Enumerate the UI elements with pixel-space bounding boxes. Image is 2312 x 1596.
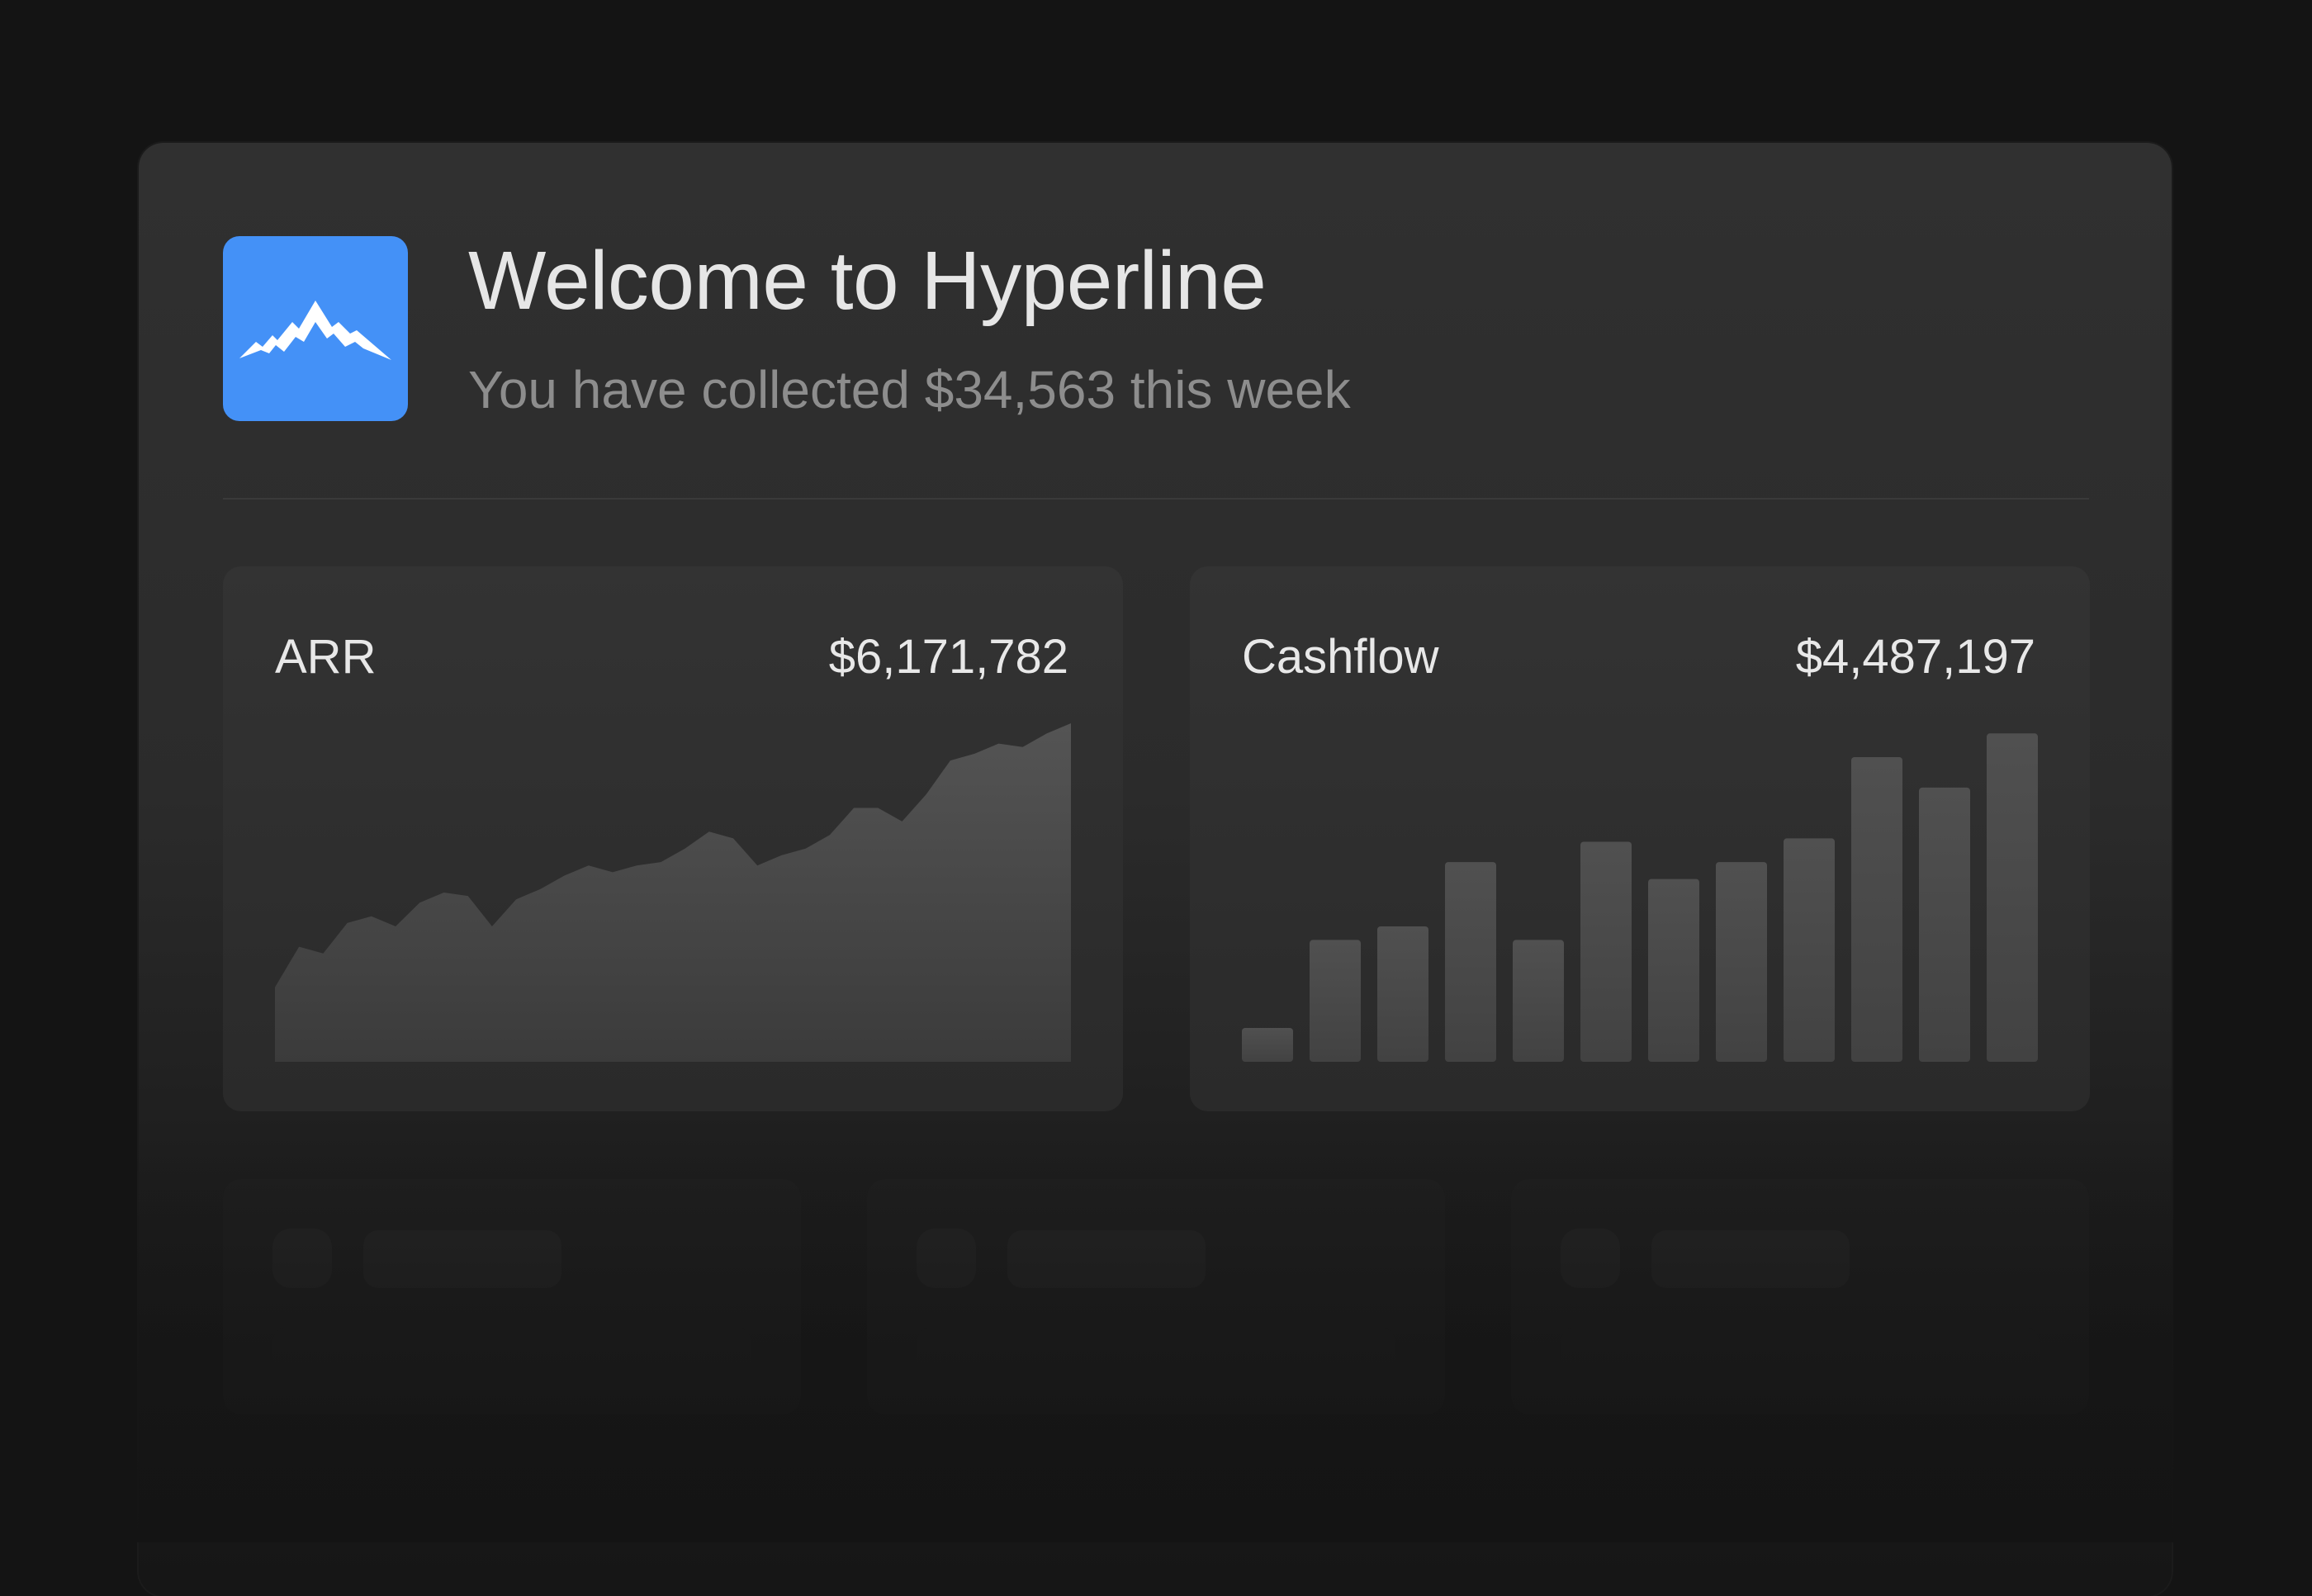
header-divider xyxy=(223,498,2089,500)
arr-area-chart xyxy=(275,723,1071,1062)
cashflow-value: $4,487,197 xyxy=(1795,630,2035,684)
cashflow-bar-chart xyxy=(1242,733,2038,1062)
arr-label: ARR xyxy=(275,630,377,684)
cashflow-bar-6 xyxy=(1580,841,1632,1062)
arr-area-series xyxy=(275,723,1071,1062)
placeholder-icon xyxy=(272,1229,332,1288)
cashflow-bar-1 xyxy=(1242,1028,1293,1062)
placeholder-line xyxy=(272,1328,751,1377)
placeholder-card-2 xyxy=(867,1179,1445,1414)
cashflow-bar-9 xyxy=(1784,838,1835,1062)
placeholder-title xyxy=(1651,1230,1850,1288)
cashflow-bar-4 xyxy=(1445,862,1496,1062)
placeholder-line xyxy=(917,1328,1395,1377)
app-logo xyxy=(223,236,408,421)
placeholder-card-3 xyxy=(1511,1179,2089,1414)
placeholder-icon xyxy=(1561,1229,1620,1288)
arr-card[interactable]: ARR $6,171,782 xyxy=(223,566,1123,1111)
placeholder-line xyxy=(1561,1328,2040,1377)
cashflow-bar-10 xyxy=(1851,757,1902,1062)
cashflow-bar-2 xyxy=(1310,940,1361,1062)
page-title: Welcome to Hyperline xyxy=(468,234,1267,327)
cashflow-bar-5 xyxy=(1513,940,1564,1062)
cashflow-bar-3 xyxy=(1377,926,1428,1062)
cashflow-bar-7 xyxy=(1648,879,1699,1062)
placeholder-title xyxy=(363,1230,561,1288)
placeholder-icon xyxy=(917,1229,976,1288)
cashflow-bar-11 xyxy=(1919,787,1970,1062)
weekly-collected-summary: You have collected $34,563 this week xyxy=(468,360,1351,419)
mountain-logo-icon xyxy=(239,301,391,360)
cashflow-bar-8 xyxy=(1716,862,1767,1062)
placeholder-card-1 xyxy=(223,1179,801,1414)
cashflow-label: Cashflow xyxy=(1242,630,1439,684)
cashflow-bar-12 xyxy=(1987,733,2038,1062)
placeholder-title xyxy=(1007,1230,1206,1288)
cashflow-card[interactable]: Cashflow $4,487,197 xyxy=(1190,566,2090,1111)
arr-value: $6,171,782 xyxy=(828,630,1068,684)
